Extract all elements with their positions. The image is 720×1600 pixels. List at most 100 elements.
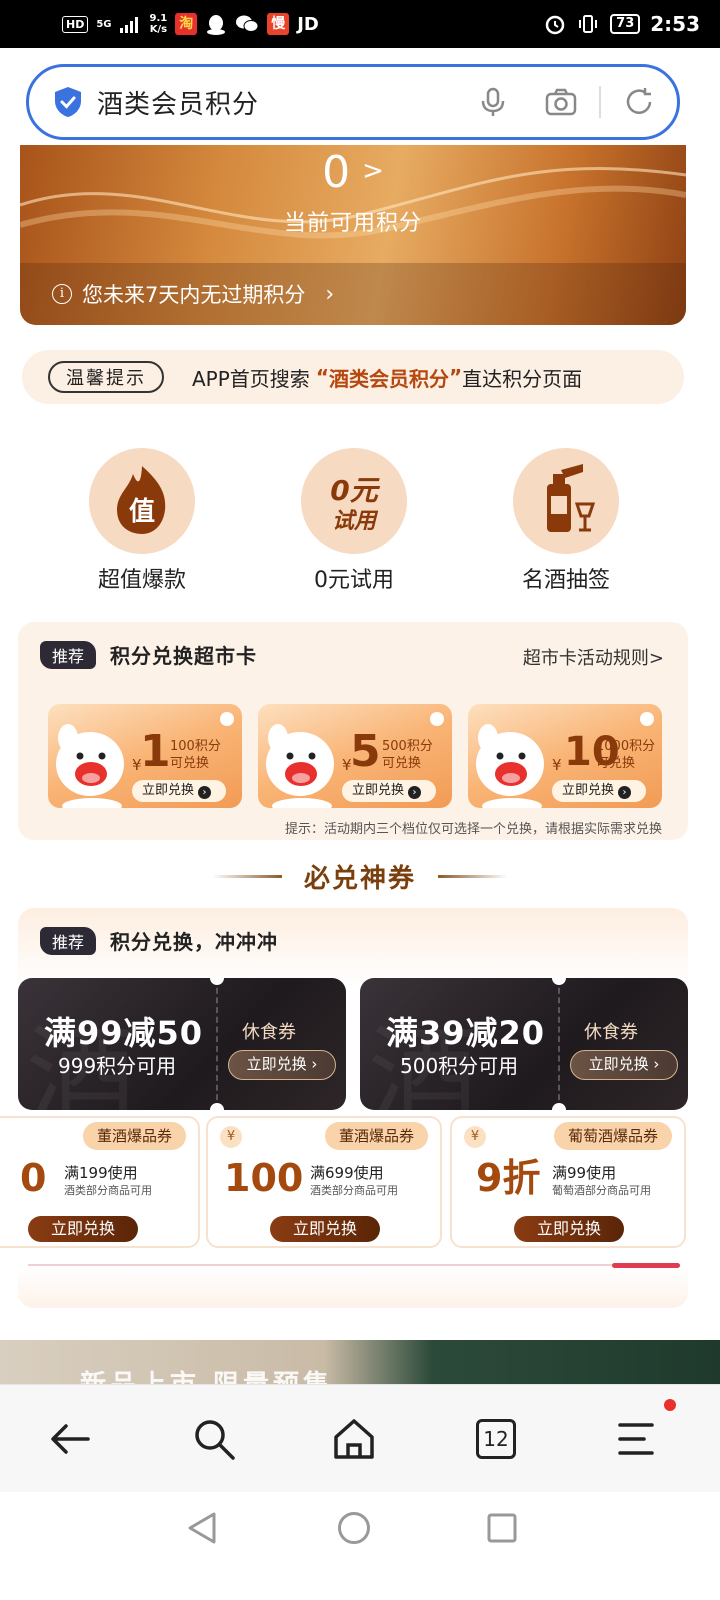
big-coupon[interactable]: 酒 满39减20 500积分可用 休食券 立即兑换 › xyxy=(360,978,688,1110)
menu-icon[interactable] xyxy=(612,1415,660,1463)
section-header: 推荐 积分兑换超市卡 xyxy=(40,640,257,669)
voucher-card[interactable]: ¥ 5 500积分 可兑换 立即兑换 › xyxy=(258,704,452,808)
redeem-note: 可兑换 xyxy=(382,756,422,771)
category-liquor-lottery[interactable]: 名酒抽签 xyxy=(476,448,656,594)
expiry-row[interactable]: i 您未来7天内无过期积分 › xyxy=(20,263,686,325)
currency-icon: ¥ xyxy=(220,1126,242,1148)
select-dot[interactable] xyxy=(430,712,444,726)
rules-link[interactable]: 超市卡活动规则> xyxy=(523,644,664,670)
jd-app-icon: JD xyxy=(297,13,319,35)
tip-close-quote: ” xyxy=(448,365,463,389)
battery-indicator: 73 xyxy=(610,14,641,34)
redeem-button[interactable]: 立即兑换 › xyxy=(132,780,226,802)
small-coupon[interactable]: 董酒爆品券 0 满199使用 酒类部分商品可用 立即兑换 xyxy=(0,1116,200,1248)
select-dot[interactable] xyxy=(220,712,234,726)
tip-open-quote: “ xyxy=(315,365,329,389)
points-number: 0 xyxy=(322,147,351,198)
voucher-card[interactable]: ¥ 1 100积分 可兑换 立即兑换 › xyxy=(48,704,242,808)
status-bar: HD 5G 9.1 K/s 淘 慢 JD 73 2:53 xyxy=(0,0,720,48)
svg-text:值: 值 xyxy=(129,497,155,527)
shield-icon xyxy=(55,87,81,117)
voucher-points: 100积分 可兑换 xyxy=(170,738,221,772)
small-coupon[interactable]: ¥ 董酒爆品券 100 满699使用 酒类部分商品可用 立即兑换 xyxy=(206,1116,442,1248)
points-cost: 500积分 xyxy=(382,739,433,754)
coupon-title: 满99减50 xyxy=(44,1014,204,1052)
divider-line xyxy=(211,875,282,878)
taobao-app-icon: 淘 xyxy=(175,13,198,35)
coupon-condition: 满699使用 xyxy=(310,1164,384,1182)
perforation xyxy=(216,978,218,1110)
redeem-note: 可兑换 xyxy=(170,756,210,771)
big-coupon[interactable]: 酒 满99减50 999积分可用 休食券 立即兑换 › xyxy=(18,978,346,1110)
horizontal-scrollbar[interactable] xyxy=(612,1263,680,1268)
page: HD 5G 9.1 K/s 淘 慢 JD 73 2:53 酒类会员积分 0 > … xyxy=(0,0,720,1600)
perforation xyxy=(558,978,560,1110)
back-arrow-icon[interactable] xyxy=(46,1415,94,1463)
category-free-trial[interactable]: 0元 试用 0元试用 xyxy=(264,448,444,594)
free-trial-icon: 0元 试用 xyxy=(301,448,407,554)
category-value-deals[interactable]: 值 超值爆款 xyxy=(52,448,232,594)
redeem-button[interactable]: 立即兑换 › xyxy=(552,780,646,802)
notch xyxy=(210,978,224,985)
system-back-icon[interactable] xyxy=(184,1510,220,1546)
coupon-tag: 董酒爆品券 xyxy=(324,1122,428,1150)
tip-banner: 温馨提示 APP首页搜索 “ 酒类会员积分 ” 直达积分页面 xyxy=(22,350,684,404)
points-card: 0 > 当前可用积分 i 您未来7天内无过期积分 › xyxy=(20,145,686,325)
network-type: 5G xyxy=(96,18,112,30)
redeem-button[interactable]: 立即兑换 › xyxy=(228,1050,336,1080)
category-row: 值 超值爆款 0元 试用 0元试用 名酒抽签 xyxy=(0,448,720,598)
joy-dog-mascot-icon xyxy=(266,724,334,808)
divider-line xyxy=(438,875,508,878)
coupon-section: 推荐 积分兑换，冲冲冲 酒 满99减50 999积分可用 休食券 立即兑换 › … xyxy=(0,908,688,1308)
home-icon[interactable] xyxy=(330,1415,378,1463)
camera-icon[interactable] xyxy=(545,86,577,118)
network-speed: 9.1 K/s xyxy=(150,13,168,35)
voucher-card[interactable]: ¥ 10 1000积分 可兑换 立即兑换 › xyxy=(468,704,662,808)
heading-text: 必兑神券 xyxy=(303,864,416,894)
system-home-icon[interactable] xyxy=(336,1510,372,1546)
coupon-scope: 酒类部分商品可用 xyxy=(64,1184,152,1197)
chevron-right-icon: > xyxy=(362,156,384,186)
redeem-button[interactable]: 立即兑换 › xyxy=(570,1050,678,1080)
refresh-icon[interactable] xyxy=(623,86,655,118)
arrow-right-icon: › xyxy=(198,786,212,799)
search-icon[interactable] xyxy=(190,1415,238,1463)
expiry-text: 您未来7天内无过期积分 xyxy=(82,283,306,307)
system-recents-icon[interactable] xyxy=(486,1512,518,1544)
category-label: 超值爆款 xyxy=(97,568,186,593)
horizontal-scroll-track xyxy=(28,1264,680,1266)
redeem-label: 立即兑换 xyxy=(352,783,405,798)
select-dot[interactable] xyxy=(640,712,654,726)
qq-icon xyxy=(207,15,226,35)
redeem-button[interactable]: 立即兑换 xyxy=(514,1216,624,1242)
alarm-icon xyxy=(545,15,565,35)
hd-indicator: HD xyxy=(62,15,89,33)
tip-badge: 温馨提示 xyxy=(48,361,164,393)
coupon-condition: 满199使用 xyxy=(64,1164,138,1182)
speed-unit: K/s xyxy=(149,24,168,35)
microphone-icon[interactable] xyxy=(477,86,509,118)
redeem-button[interactable]: 立即兑换 xyxy=(28,1216,138,1242)
search-query[interactable]: 酒类会员积分 xyxy=(97,84,441,121)
coupon-points: 500积分可用 xyxy=(400,1054,519,1078)
liquor-bottle-icon xyxy=(513,448,619,554)
coupon-kind: 休食券 xyxy=(584,1022,638,1043)
search-bar[interactable]: 酒类会员积分 xyxy=(26,64,680,140)
redeem-button[interactable]: 立即兑换 xyxy=(270,1216,380,1242)
coupon-value: 9折 xyxy=(476,1156,541,1200)
small-coupon[interactable]: ¥ 葡萄酒爆品券 9折 满99使用 葡萄酒部分商品可用 立即兑换 xyxy=(450,1116,686,1248)
points-label: 当前可用积分 xyxy=(283,211,422,236)
supermarket-card-section: 推荐 积分兑换超市卡 超市卡活动规则> ¥ 1 100积分 可兑换 立即兑换 › ¥… xyxy=(18,622,688,840)
wechat-icon xyxy=(236,15,259,32)
system-navigation-bar xyxy=(0,1492,720,1600)
clock: 2:53 xyxy=(650,12,700,36)
info-icon: i xyxy=(52,284,72,304)
value-deals-icon: 值 xyxy=(89,448,195,554)
redeem-label: 立即兑换 xyxy=(142,783,195,798)
voucher-amount: 5 xyxy=(350,726,381,777)
coupon-scope: 酒类部分商品可用 xyxy=(310,1184,398,1197)
promo-banner[interactable]: 新品上市 限量预售 xyxy=(0,1340,720,1388)
redeem-button[interactable]: 立即兑换 › xyxy=(342,780,436,802)
points-value[interactable]: 0 > xyxy=(20,147,686,198)
tabs-count-button[interactable]: 12 xyxy=(476,1419,516,1459)
